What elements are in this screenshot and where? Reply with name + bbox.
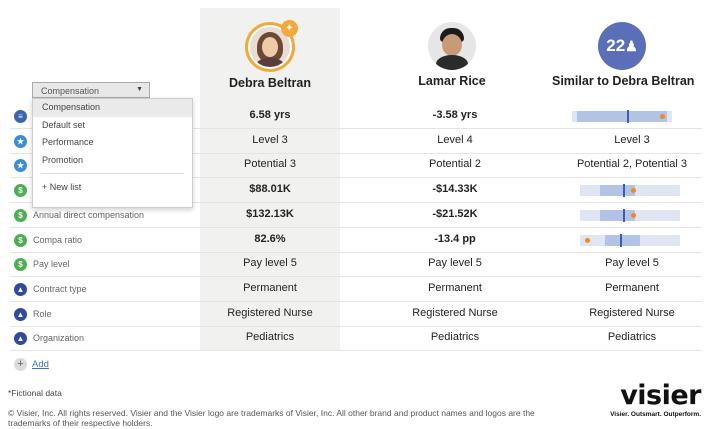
chevron-down-icon: ▼ <box>136 86 143 93</box>
lamar-value: Pay level 5 <box>428 257 482 270</box>
row-label: Organization <box>33 333 85 344</box>
star-icon: ★ <box>14 159 27 173</box>
bar-median-tick <box>623 208 625 222</box>
person-similar[interactable]: 22♟ Similar to Debra Beltran <box>552 22 695 88</box>
debra-value: $88.01K <box>249 183 291 196</box>
person-icon: ▲ <box>14 282 27 296</box>
lamar-value: Registered Nurse <box>412 306 498 319</box>
person-name: Similar to Debra Beltran <box>552 74 695 88</box>
bar-median-tick <box>620 233 622 247</box>
row-label: Compa ratio <box>33 234 83 245</box>
menu-item-default-set[interactable]: Default set <box>33 117 192 135</box>
similar-range-bar[interactable] <box>580 208 680 222</box>
add-button[interactable]: + Add <box>14 356 49 374</box>
person-icon: ▲ <box>14 307 27 321</box>
menu-item-performance[interactable]: Performance <box>33 134 192 152</box>
lamar-value: Permanent <box>428 281 482 294</box>
menu-item-promotion[interactable]: Promotion <box>33 152 192 170</box>
plus-icon: + <box>42 182 48 192</box>
visier-logo: visier Visier. Outsmart. Outperform. <box>610 380 701 418</box>
debra-value: $132.13K <box>246 207 294 220</box>
logo-wordmark: visier <box>620 380 701 411</box>
menu-divider <box>41 173 184 174</box>
dropdown-menu: Compensation Default set Performance Pro… <box>32 98 193 208</box>
person-icon: ♟ <box>625 38 638 54</box>
group-avatar[interactable]: 22♟ <box>598 22 646 70</box>
person-name: Debra Beltran <box>229 76 311 90</box>
table-row: ▲ Role Registered Nurse Registered Nurse Reg… <box>10 303 702 327</box>
person-debra[interactable]: ✦ Debra Beltran <box>220 20 320 90</box>
similar-range-bar[interactable] <box>572 110 672 123</box>
avatar[interactable]: ✦ <box>245 20 298 72</box>
debra-value: Pay level 5 <box>243 257 297 270</box>
group-count: 22 <box>606 36 626 55</box>
bar-marker-dot <box>631 212 636 218</box>
bar-median-tick <box>627 110 629 123</box>
add-label[interactable]: Add <box>32 359 49 370</box>
lamar-value: Pediatrics <box>430 331 480 344</box>
chart-icon: ≡ <box>14 110 27 123</box>
bar-range-band <box>600 185 635 197</box>
lamar-value: Potential 2 <box>429 158 481 171</box>
debra-value: 6.58 yrs <box>249 109 291 121</box>
similar-value: Pay level 5 <box>605 257 659 270</box>
lamar-value: -3.58 yrs <box>432 109 478 121</box>
table-row: $ Pay level Pay level 5 Pay level 5 Pay leve… <box>10 253 702 278</box>
lamar-value: -$14.33K <box>432 183 478 196</box>
lamar-value: -$21.52K <box>432 207 478 220</box>
row-label: Role <box>33 308 52 319</box>
dollar-icon: $ <box>14 208 27 222</box>
row-label: Pay level <box>33 259 70 270</box>
debra-value: Pediatrics <box>245 331 295 344</box>
dollar-icon: $ <box>14 233 27 247</box>
bar-range-band <box>605 234 640 246</box>
metric-set-dropdown[interactable]: Compensation ▼ <box>32 82 150 98</box>
similar-value: Pediatrics <box>607 331 657 344</box>
debra-value: Potential 3 <box>244 158 296 171</box>
legal-text: © Visier, Inc. All rights reserved. Visi… <box>8 408 535 428</box>
similar-value: Level 3 <box>614 133 650 146</box>
debra-value: 82.6% <box>254 232 286 245</box>
dollar-icon: $ <box>14 184 27 198</box>
row-label: Annual direct compensation <box>33 209 145 220</box>
table-row: ▲ Organization Pediatrics Pediatrics Pediatr… <box>10 327 702 352</box>
logo-tagline: Visier. Outsmart. Outperform. <box>610 411 701 418</box>
new-list-label: New list <box>49 182 82 192</box>
lamar-value: -13.4 pp <box>434 232 476 245</box>
debra-value: Permanent <box>243 281 297 294</box>
dropdown-selected: Compensation <box>41 86 100 96</box>
debra-value: Level 3 <box>252 133 288 146</box>
row-label: Contract type <box>33 283 87 294</box>
bar-range-band <box>600 209 635 221</box>
similar-range-bar[interactable] <box>580 184 680 198</box>
footnote: *Fictional data <box>8 388 62 398</box>
bar-range-band <box>577 111 667 122</box>
dollar-icon: $ <box>14 258 27 272</box>
plus-icon: + <box>14 358 27 372</box>
person-name: Lamar Rice <box>418 74 486 88</box>
similar-value: Potential 2, Potential 3 <box>576 158 688 171</box>
person-icon: ▲ <box>14 332 27 346</box>
person-lamar[interactable]: Lamar Rice <box>402 22 502 88</box>
bar-marker-dot <box>585 237 590 243</box>
menu-item-compensation[interactable]: Compensation <box>33 99 192 117</box>
similar-value: Permanent <box>605 281 659 294</box>
bar-median-tick <box>623 184 625 198</box>
avatar[interactable] <box>428 22 476 70</box>
new-list-button[interactable]: + New list <box>33 180 192 194</box>
similar-value: Registered Nurse <box>589 306 675 319</box>
pin-icon[interactable]: ✦ <box>281 20 298 37</box>
bar-marker-dot <box>660 114 665 119</box>
table-row: $ Compa ratio 82.6% -13.4 pp <box>10 229 702 253</box>
similar-range-bar[interactable] <box>580 233 680 247</box>
table-row: ▲ Contract type Permanent Permanent Permanen… <box>10 278 702 302</box>
star-icon: ★ <box>14 134 27 148</box>
debra-value: Registered Nurse <box>227 306 313 319</box>
lamar-value: Level 4 <box>437 133 473 146</box>
